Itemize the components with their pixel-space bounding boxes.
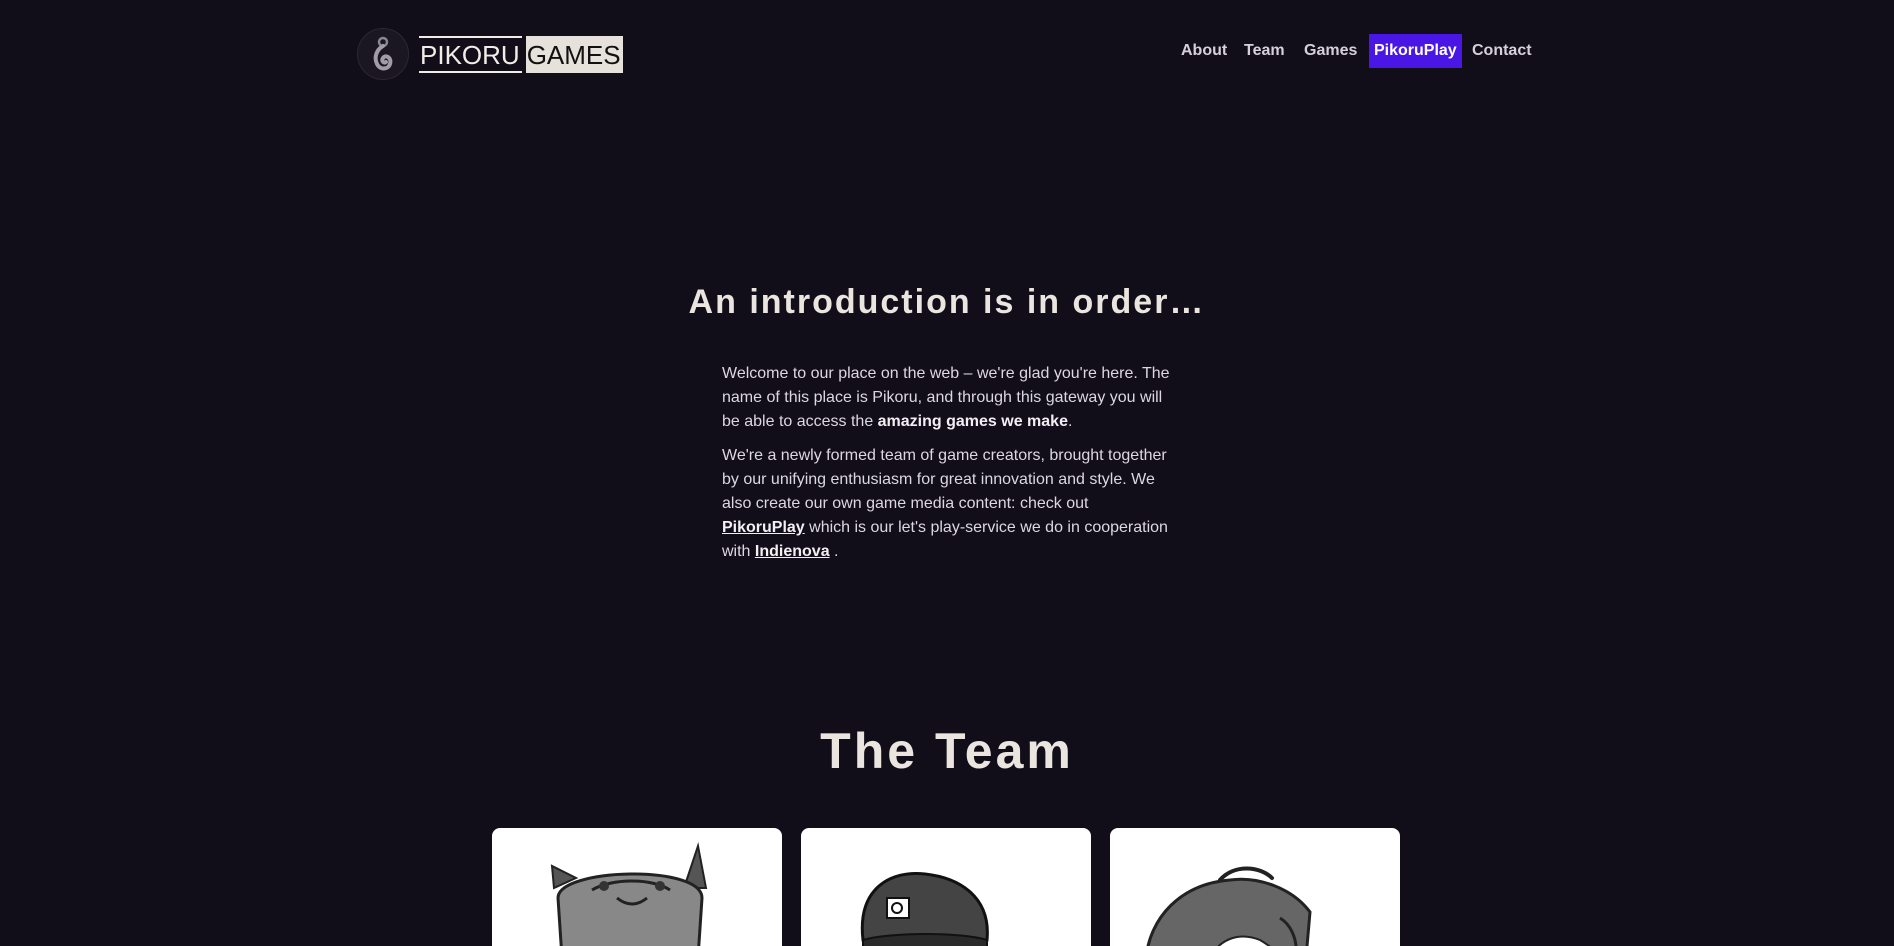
- nav-item-contact[interactable]: Contact: [1467, 34, 1537, 68]
- team-member-card[interactable]: [1110, 828, 1400, 946]
- intro-paragraph-2: We're a newly formed team of game creato…: [722, 444, 1174, 564]
- indienova-link[interactable]: Indienova: [755, 543, 830, 560]
- intro-heading: An introduction is in order…: [688, 283, 1206, 321]
- pikoruplay-link[interactable]: PikoruPlay: [722, 519, 805, 536]
- hair-portrait-icon: [1146, 866, 1312, 946]
- intro-p2-text: We're a newly formed team of game creato…: [722, 447, 1167, 512]
- page: PIKORU GAMES About Team Games PikoruPlay…: [0, 0, 1894, 946]
- nav-item-about[interactable]: About: [1176, 34, 1232, 68]
- intro-p1-end: .: [1067, 413, 1073, 430]
- main-nav: About Team Games PikoruPlay Contact: [0, 34, 1894, 68]
- intro-body: Welcome to our place on the web – we're …: [722, 362, 1174, 574]
- nav-item-games[interactable]: Games: [1299, 34, 1362, 68]
- intro-paragraph-1: Welcome to our place on the web – we're …: [722, 362, 1174, 434]
- intro-p2-end: .: [829, 543, 839, 560]
- nav-item-team[interactable]: Team: [1239, 34, 1290, 68]
- cat-portrait-icon: [550, 842, 708, 946]
- nav-item-pikoruplay[interactable]: PikoruPlay: [1369, 34, 1462, 68]
- team-member-card[interactable]: [801, 828, 1091, 946]
- beanie-portrait-icon: [860, 871, 989, 946]
- intro-p1-bold: amazing games we make: [877, 413, 1068, 430]
- team-member-card[interactable]: [492, 828, 782, 946]
- site-header: PIKORU GAMES About Team Games PikoruPlay…: [0, 0, 1894, 100]
- team-heading: The Team: [820, 723, 1074, 779]
